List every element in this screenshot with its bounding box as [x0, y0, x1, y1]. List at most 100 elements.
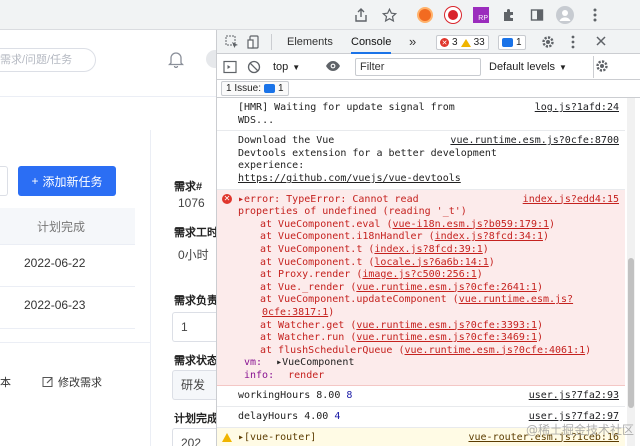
row-divider [0, 328, 135, 329]
stack-frame-call: at VueComponent.updateComponent [260, 294, 447, 306]
console-scrollbar[interactable] [627, 98, 635, 446]
app-content: 需求/问题/任务 + 添加新任务 计划完成 2022-06-22 2022-06… [0, 30, 216, 446]
stack-frame-link[interactable]: vue.runtime.esm.js?0cfe:4061:1 [405, 345, 586, 356]
warning-icon [222, 432, 232, 442]
toolbar-divider [593, 56, 594, 78]
console-settings-icon[interactable] [595, 59, 609, 76]
row-divider [0, 286, 135, 287]
stack-frame-link[interactable]: image.js?c500:256:1 [362, 269, 476, 280]
source-link[interactable]: vue.runtime.esm.js?0cfe:8700 [450, 135, 619, 148]
error-icon: ✕ [440, 38, 449, 47]
stack-frame-call: at Watcher.run [260, 332, 345, 344]
filter-input[interactable]: Filter [355, 58, 481, 76]
error-vm-row: vm: ▸VueComponent [238, 357, 621, 370]
clear-console-icon[interactable] [247, 60, 261, 77]
stack-frame-link[interactable]: index.js?8fcd:39:1 [374, 244, 482, 255]
stack-frame-link[interactable]: locale.js?6a6b:14:1 [374, 257, 488, 268]
star-icon[interactable] [378, 4, 400, 26]
issues-button[interactable]: 1 Issue: 1 [221, 81, 289, 96]
extension-orange-icon[interactable] [414, 4, 436, 26]
close-icon[interactable] [595, 35, 607, 50]
more-icon[interactable] [584, 4, 606, 26]
error-info-row: info: render [238, 370, 621, 383]
tab-elements[interactable]: Elements [287, 30, 333, 54]
bottom-left-text: 本 [0, 377, 11, 389]
rp-label: RP [473, 7, 489, 23]
search-input[interactable]: 需求/问题/任务 [0, 48, 96, 72]
inspect-icon[interactable] [225, 35, 239, 52]
source-link[interactable]: log.js?1afd:24 [535, 102, 619, 115]
field-label-plan-done: 计划完成 [174, 413, 216, 425]
gear-icon[interactable] [541, 35, 555, 52]
extension-rp-icon[interactable]: RP [470, 4, 492, 26]
stack-frame: at VueComponent.updateComponent (vue.run… [260, 294, 574, 318]
console-message: [HMR] Waiting for update signal from WDS… [238, 102, 455, 126]
plus-icon: + [31, 174, 39, 188]
kebab-icon[interactable] [571, 35, 575, 52]
bell-icon[interactable] [167, 50, 185, 71]
sidebar-toggle-icon[interactable] [223, 60, 237, 77]
extension-red-icon[interactable] [442, 4, 464, 26]
stack-frame-call: at VueComponent.t [260, 243, 363, 255]
issues-bar: 1 Issue: 1 [217, 80, 640, 98]
stack-frame: at Proxy.render (image.js?c500:256:1) [260, 269, 483, 281]
field-value-req-no: 1076 [178, 196, 205, 210]
column-plan-done: 计划完成 [37, 220, 86, 234]
profile-icon[interactable] [554, 4, 576, 26]
stack-frame-call: at VueComponent.eval [260, 218, 381, 230]
filter-input-stub[interactable] [0, 166, 8, 196]
sidepanel-icon[interactable] [526, 4, 548, 26]
console-toolbar: top ▼ Filter Default levels ▼ [217, 54, 640, 80]
eye-icon[interactable] [325, 60, 341, 75]
stack-frame-link[interactable]: vue.runtime.esm.js?0cfe:3469:1 [356, 332, 537, 343]
console-output: [HMR] Waiting for update signal from WDS… [217, 98, 625, 446]
devtools-url-link[interactable]: https://github.com/vuejs/vue-devtools [238, 173, 621, 186]
tab-console[interactable]: Console [351, 30, 392, 54]
table-row-date-2: 2022-06-23 [24, 298, 86, 312]
devtools-panel: Elements Console » ✕ 3 33 1 top ▼ Filter… [216, 30, 640, 446]
vm-value[interactable]: ▸VueComponent [276, 357, 354, 368]
field-value-req-hours: 0小时 [178, 248, 209, 262]
console-message[interactable]: ▸[vue-router] [238, 432, 316, 443]
error-stack: at VueComponent.eval (vue-i18n.esm.js?b0… [238, 219, 621, 358]
stack-frame-link[interactable]: vue-i18n.esm.js?b059:179:1 [392, 219, 549, 230]
puzzle-icon[interactable] [498, 4, 520, 26]
source-link[interactable]: index.js?edd4:15 [523, 194, 619, 207]
warning-count: 33 [473, 37, 485, 48]
device-toggle-icon[interactable] [247, 35, 261, 52]
source-link[interactable]: user.js?7fa2:93 [529, 390, 619, 403]
field-input-req-owner[interactable]: 1 [172, 312, 216, 342]
context-select[interactable]: top ▼ [273, 58, 300, 76]
field-label-req-hours: 需求工时 [174, 227, 216, 239]
console-message: Devtools extension for a better developm… [238, 147, 497, 159]
field-input-plan-done[interactable]: 202 [172, 428, 216, 446]
messages-badge[interactable]: 1 [498, 35, 526, 50]
field-label-req-no: 需求# [174, 181, 203, 193]
panel-divider [150, 130, 151, 446]
context-label: top [273, 61, 289, 73]
edit-requirement-button[interactable]: 修改需求 [42, 374, 102, 390]
stack-frame: at VueComponent.i18nHandler (index.js?8f… [260, 231, 550, 243]
message-icon [264, 84, 276, 93]
devtools-tabbar: Elements Console » ✕ 3 33 1 [217, 30, 640, 54]
warning-icon [460, 38, 471, 47]
message-icon [502, 38, 513, 47]
tab-more[interactable]: » [409, 30, 416, 54]
scroll-thumb[interactable] [628, 258, 634, 408]
add-task-button[interactable]: + 添加新任务 [18, 166, 116, 196]
field-select-req-status[interactable]: 研发 [172, 370, 216, 400]
stack-frame-link[interactable]: vue.runtime.esm.js?0cfe:2641:1 [356, 282, 537, 293]
issue-counts-badge[interactable]: ✕ 3 33 [436, 35, 489, 50]
stack-frame-link[interactable]: index.js?8fcd:34:1 [435, 231, 543, 242]
log-levels-select[interactable]: Default levels ▼ [489, 58, 567, 76]
stack-frame-link[interactable]: vue.runtime.esm.js?0cfe:3393:1 [356, 320, 537, 331]
console-entry-devtools: Download the Vue Devtools extension for … [217, 131, 625, 190]
avatar[interactable] [206, 50, 216, 68]
add-task-label: 添加新任务 [42, 174, 103, 189]
edit-requirement-label: 修改需求 [58, 377, 102, 389]
vm-key: vm: [244, 357, 263, 369]
stack-frame: at flushSchedulerQueue (vue.runtime.esm.… [260, 344, 592, 356]
share-icon[interactable] [350, 4, 372, 26]
stack-frame-call: at VueComponent.i18nHandler [260, 231, 423, 243]
error-heading-cont: properties of undefined (reading '_t') [238, 206, 467, 218]
